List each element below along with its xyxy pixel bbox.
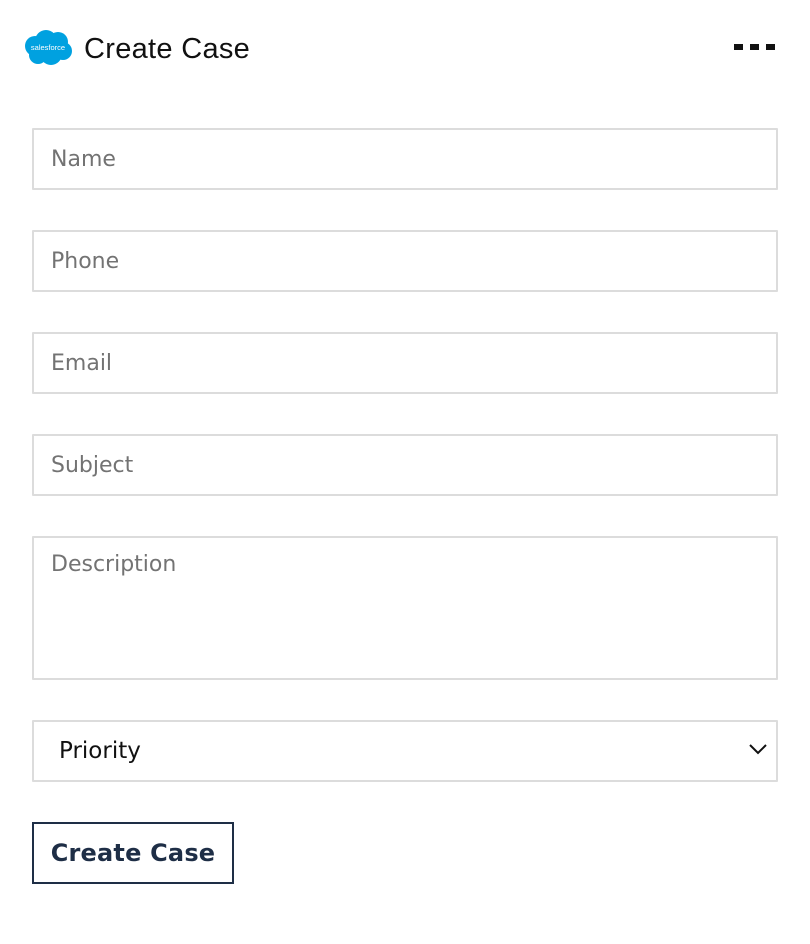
page-title: Create Case — [84, 33, 251, 65]
chevron-down-icon — [748, 742, 768, 756]
more-horizontal-icon-dot — [750, 44, 759, 50]
name-field-wrapper — [32, 128, 778, 190]
phone-field-wrapper — [32, 230, 778, 292]
priority-selected-value: Priority — [59, 738, 141, 764]
description-field-wrapper — [32, 536, 778, 680]
description-textarea[interactable] — [34, 538, 776, 678]
priority-select[interactable]: Priority — [32, 720, 778, 782]
header: salesforce Create Case — [0, 0, 810, 96]
svg-text:salesforce: salesforce — [31, 43, 65, 52]
salesforce-logo: salesforce — [23, 29, 73, 67]
subject-field-wrapper — [32, 434, 778, 496]
phone-input[interactable] — [34, 232, 776, 290]
email-input[interactable] — [34, 334, 776, 392]
more-horizontal-icon-dot — [766, 44, 775, 50]
email-field-wrapper — [32, 332, 778, 394]
create-case-button[interactable]: Create Case — [32, 822, 234, 884]
name-input[interactable] — [34, 130, 776, 188]
more-horizontal-icon — [734, 44, 743, 50]
more-options-button[interactable] — [730, 36, 778, 58]
subject-input[interactable] — [34, 436, 776, 494]
